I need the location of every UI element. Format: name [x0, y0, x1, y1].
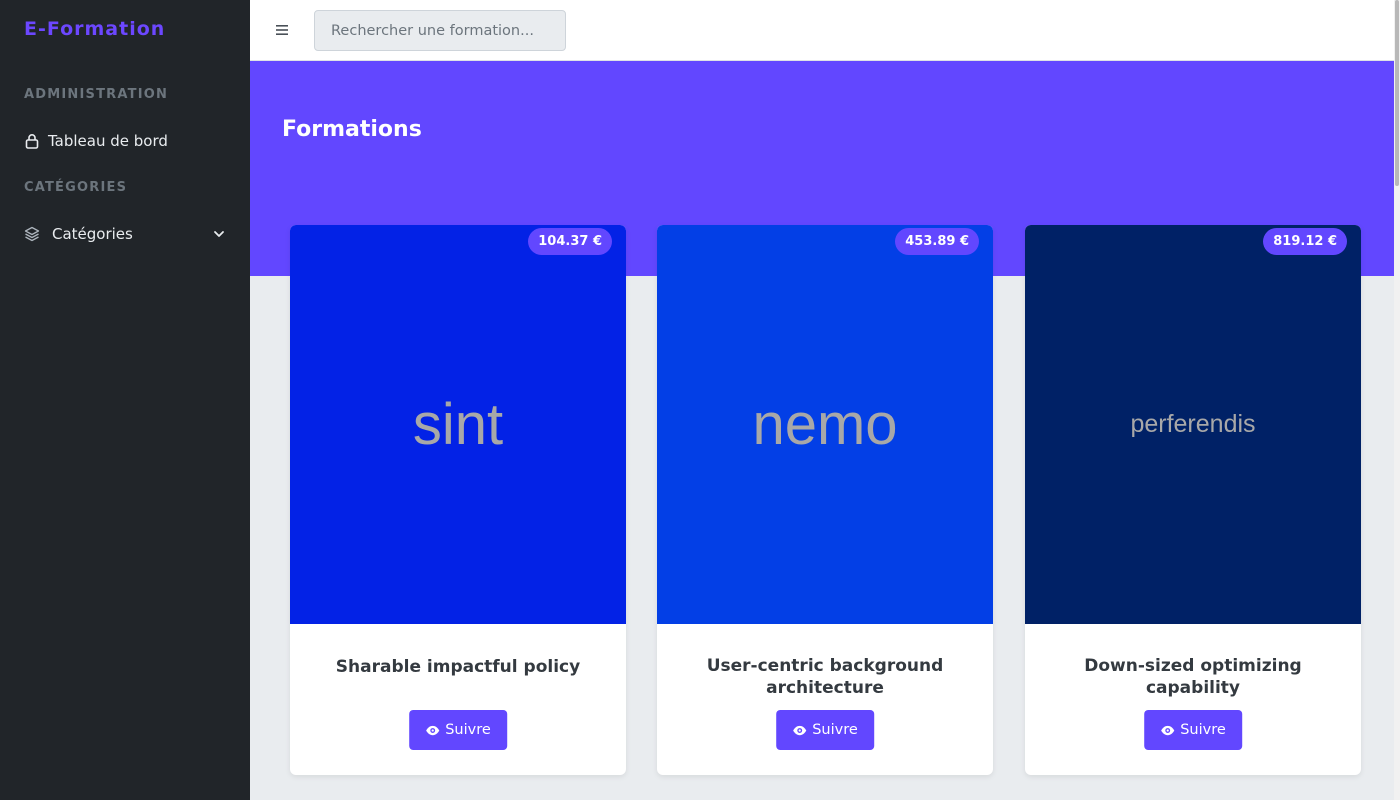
chevron-down-icon[interactable]: [212, 227, 226, 241]
sidebar-item-categories[interactable]: Catégories: [24, 221, 226, 247]
course-image-text: sint: [412, 392, 504, 457]
course-card: sint 104.37 € Sharable impactful policy …: [290, 225, 626, 775]
course-card: perferendis 819.12 € Down-sized optimizi…: [1025, 225, 1361, 775]
price-badge: 453.89 €: [895, 228, 979, 255]
course-image-text: nemo: [752, 392, 898, 457]
course-title: Down-sized optimizing capability: [1084, 656, 1302, 698]
eye-icon: [425, 723, 440, 738]
course-card: nemo 453.89 € User-centric background ar…: [657, 225, 993, 775]
follow-button-label: Suivre: [1180, 722, 1226, 738]
sidebar-item-label: Catégories: [52, 225, 133, 243]
course-image[interactable]: sint: [290, 225, 626, 624]
sidebar-item-dashboard[interactable]: Tableau de bord: [24, 128, 226, 154]
course-image[interactable]: nemo: [657, 225, 993, 624]
eye-icon: [1160, 723, 1175, 738]
course-image-text: perferendis: [1130, 410, 1256, 438]
follow-button[interactable]: Suivre: [409, 710, 507, 750]
follow-button-label: Suivre: [812, 722, 858, 738]
sidebar-item-label: Tableau de bord: [48, 132, 168, 150]
course-image[interactable]: perferendis: [1025, 225, 1361, 624]
layers-icon: [24, 226, 40, 242]
follow-button[interactable]: Suivre: [1144, 710, 1242, 750]
page-scrollbar[interactable]: [1394, 0, 1400, 800]
price-badge: 819.12 €: [1263, 228, 1347, 255]
follow-button-label: Suivre: [445, 722, 491, 738]
follow-button[interactable]: Suivre: [776, 710, 874, 750]
topbar: [250, 0, 1400, 61]
brand-logo[interactable]: E-Formation: [24, 18, 165, 40]
section-heading-administration: ADMINISTRATION: [24, 87, 169, 102]
sidebar: E-Formation ADMINISTRATION Tableau de bo…: [0, 0, 250, 800]
course-title: Sharable impactful policy: [335, 657, 581, 677]
course-title: User-centric background architecture: [706, 656, 944, 698]
price-badge: 104.37 €: [528, 228, 612, 255]
lock-icon: [24, 133, 40, 149]
hamburger-menu-icon[interactable]: [274, 20, 290, 40]
scrollbar-thumb[interactable]: [1395, 0, 1399, 186]
eye-icon: [792, 723, 807, 738]
search-input[interactable]: [314, 10, 566, 51]
section-heading-categories: CATÉGORIES: [24, 180, 128, 195]
page-title: Formations: [282, 117, 422, 142]
